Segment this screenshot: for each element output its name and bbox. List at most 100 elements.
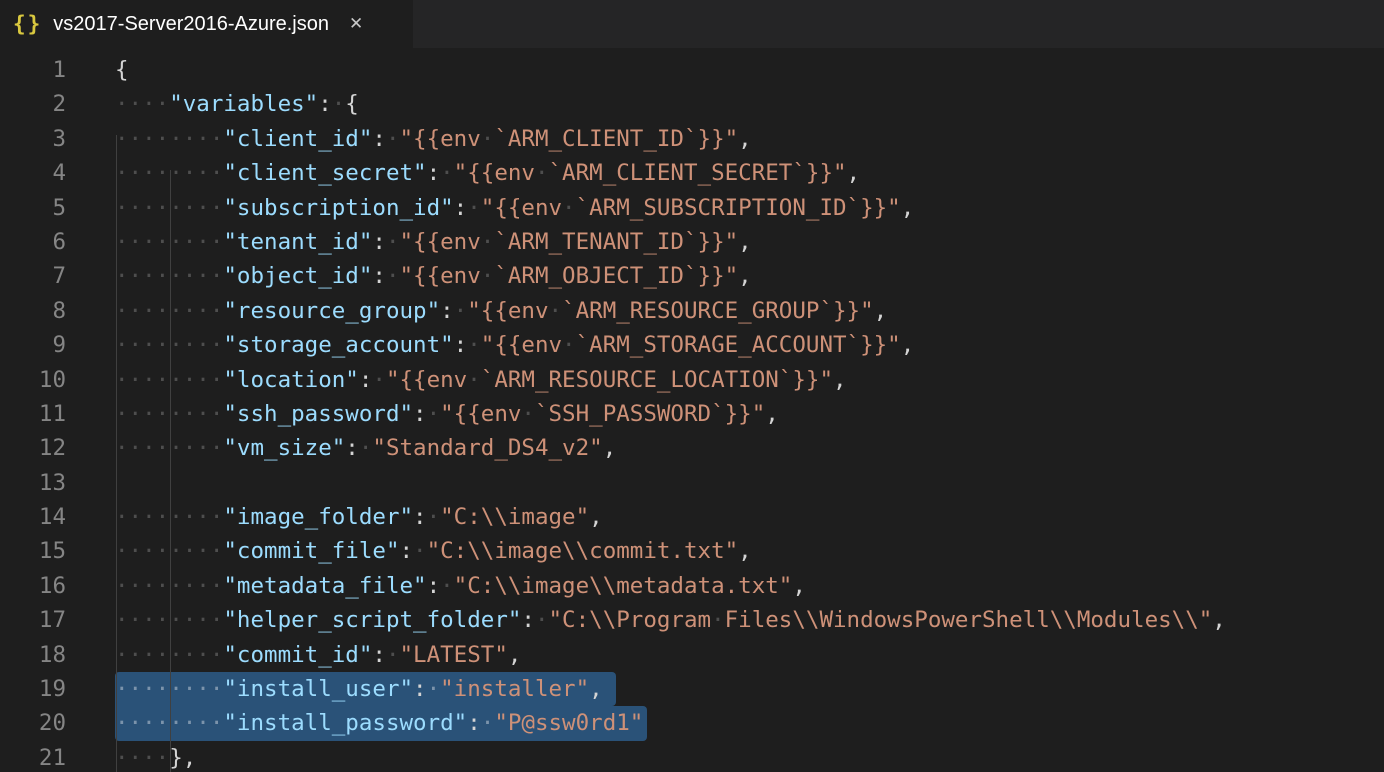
code-line-15[interactable]: 15········"commit_file":·"C:\\image\\com… bbox=[0, 534, 1384, 568]
line-content: ········"install_user":·"installer", bbox=[115, 672, 616, 706]
whitespace-dot: · bbox=[115, 607, 129, 633]
code-line-18[interactable]: 18 ········"commit_id":·"LATEST", bbox=[0, 638, 1384, 672]
code-line-9[interactable]: 9········"storage_account":·"{{env·`ARM_… bbox=[0, 328, 1384, 362]
json-key: "object_id" bbox=[223, 263, 372, 289]
code-line-19[interactable]: 19········"install_user":·"installer", bbox=[0, 672, 1384, 706]
punctuation: : bbox=[413, 676, 427, 702]
punctuation: : bbox=[359, 367, 373, 393]
whitespace-dot: · bbox=[183, 263, 197, 289]
code-line-13[interactable]: 13 bbox=[0, 466, 1384, 500]
whitespace: · bbox=[427, 401, 441, 427]
whitespace: ···· bbox=[115, 745, 169, 771]
whitespace: ········ bbox=[115, 642, 223, 668]
code-line-2[interactable]: 2····"variables":·{ bbox=[0, 87, 1384, 121]
whitespace-dot: · bbox=[183, 676, 197, 702]
tab-vs2017-server2016-azure-json[interactable]: {} vs2017-Server2016-Azure.json ✕ bbox=[0, 0, 413, 48]
tab-close-icon[interactable]: ✕ bbox=[349, 14, 363, 34]
line-number[interactable]: 6 bbox=[0, 225, 66, 259]
punctuation: , bbox=[874, 298, 888, 324]
whitespace: ········ bbox=[115, 435, 223, 461]
json-string: "P@ssw0rd1" bbox=[494, 710, 643, 736]
code-line-16[interactable]: 16········"metadata_file":·"C:\\image\\m… bbox=[0, 569, 1384, 603]
line-number[interactable]: 14 bbox=[0, 500, 66, 534]
json-key: "install_user" bbox=[223, 676, 413, 702]
punctuation: , bbox=[847, 160, 861, 186]
whitespace-dot: · bbox=[210, 367, 224, 393]
line-number[interactable]: 18 bbox=[0, 638, 66, 672]
code-line-11[interactable]: 11 ········"ssh_password":·"{{env·`SSH_PA… bbox=[0, 397, 1384, 431]
line-number[interactable]: 17 bbox=[0, 603, 66, 637]
punctuation: , bbox=[738, 126, 752, 152]
line-number[interactable]: 7 bbox=[0, 259, 66, 293]
json-string: "{{env·`SSH_PASSWORD`}}" bbox=[440, 401, 765, 427]
code-line-14[interactable]: 14········"image_folder":·"C:\\image", bbox=[0, 500, 1384, 534]
whitespace-dot: · bbox=[115, 573, 129, 599]
line-number[interactable]: 13 bbox=[0, 466, 66, 500]
code-line-20[interactable]: 20········"install_password":·"P@ssw0rd1… bbox=[0, 706, 1384, 740]
code-line-5[interactable]: 5 ········"subscription_id":·"{{env·`ARM_… bbox=[0, 191, 1384, 225]
whitespace-dot: · bbox=[196, 263, 210, 289]
code-line-6[interactable]: 6········"tenant_id":·"{{env·`ARM_TENANT… bbox=[0, 225, 1384, 259]
line-number[interactable]: 8 bbox=[0, 294, 66, 328]
punctuation: , bbox=[792, 573, 806, 599]
whitespace: ········ bbox=[115, 504, 223, 530]
code-line-3[interactable]: 3········"client_id":·"{{env·`ARM_CLIENT… bbox=[0, 122, 1384, 156]
json-key: "client_id" bbox=[223, 126, 372, 152]
line-number[interactable]: 3 bbox=[0, 122, 66, 156]
line-number[interactable]: 4 bbox=[0, 156, 66, 190]
line-content: ········"metadata_file":·"C:\\image\\met… bbox=[115, 569, 806, 603]
code-editor[interactable]: 1{2····"variables":·{3········"client_id… bbox=[0, 48, 1384, 772]
line-content: ········"ssh_password":·"{{env·`SSH_PASS… bbox=[115, 397, 779, 431]
tab-title: vs2017-Server2016-Azure.json bbox=[53, 13, 329, 36]
line-number[interactable]: 11 bbox=[0, 397, 66, 431]
whitespace: ········ bbox=[115, 538, 223, 564]
whitespace-dot: · bbox=[115, 195, 129, 221]
line-number[interactable]: 10 bbox=[0, 363, 66, 397]
json-string: "{{env·`ARM_OBJECT_ID`}}" bbox=[399, 263, 738, 289]
whitespace-dot: · bbox=[129, 195, 143, 221]
code-line-8[interactable]: 8········"resource_group":·"{{env·`ARM_R… bbox=[0, 294, 1384, 328]
line-content: { bbox=[115, 53, 129, 87]
whitespace-dot: · bbox=[156, 263, 170, 289]
line-number[interactable]: 1 bbox=[0, 53, 66, 87]
whitespace-dot: · bbox=[115, 710, 129, 736]
whitespace-dot: · bbox=[183, 229, 197, 255]
whitespace-dot: · bbox=[142, 263, 156, 289]
whitespace-dot: · bbox=[129, 91, 143, 117]
whitespace: ········ bbox=[115, 573, 223, 599]
code-line-10[interactable]: 10········"location":·"{{env·`ARM_RESOUR… bbox=[0, 363, 1384, 397]
line-number[interactable]: 2 bbox=[0, 87, 66, 121]
whitespace-dot: · bbox=[481, 710, 495, 736]
line-number[interactable]: 9 bbox=[0, 328, 66, 362]
whitespace-dot: · bbox=[196, 573, 210, 599]
line-number[interactable]: 12 bbox=[0, 431, 66, 465]
whitespace: · bbox=[427, 676, 441, 702]
whitespace: · bbox=[386, 229, 400, 255]
whitespace: · bbox=[359, 435, 373, 461]
line-content: ········"subscription_id":·"{{env·`ARM_S… bbox=[115, 191, 914, 225]
whitespace-dot: · bbox=[196, 367, 210, 393]
whitespace-dot: · bbox=[115, 91, 129, 117]
whitespace: ········ bbox=[115, 676, 223, 702]
line-number[interactable]: 20 bbox=[0, 706, 66, 740]
whitespace: · bbox=[481, 710, 495, 736]
whitespace-dot: · bbox=[427, 504, 441, 530]
code-line-7[interactable]: 7········"object_id":·"{{env·`ARM_OBJECT… bbox=[0, 259, 1384, 293]
code-line-1[interactable]: 1{ bbox=[0, 53, 1384, 87]
code-line-12[interactable]: 12········"vm_size":·"Standard_DS4_v2", bbox=[0, 431, 1384, 465]
json-string: "{{env·`ARM_TENANT_ID`}}" bbox=[399, 229, 738, 255]
whitespace: · bbox=[386, 642, 400, 668]
whitespace-dot: · bbox=[156, 160, 170, 186]
line-number[interactable]: 5 bbox=[0, 191, 66, 225]
line-number[interactable]: 19 bbox=[0, 672, 66, 706]
code-line-21[interactable]: 21····}, bbox=[0, 741, 1384, 772]
line-number[interactable]: 15 bbox=[0, 534, 66, 568]
whitespace-dot: · bbox=[481, 126, 495, 152]
json-key: "metadata_file" bbox=[223, 573, 426, 599]
line-number[interactable]: 21 bbox=[0, 741, 66, 772]
code-line-4[interactable]: 4········"client_secret":·"{{env·`ARM_CL… bbox=[0, 156, 1384, 190]
line-content: ········"commit_id":·"LATEST", bbox=[115, 638, 521, 672]
code-line-17[interactable]: 17········"helper_script_folder":·"C:\\P… bbox=[0, 603, 1384, 637]
line-number[interactable]: 16 bbox=[0, 569, 66, 603]
whitespace-dot: · bbox=[210, 160, 224, 186]
